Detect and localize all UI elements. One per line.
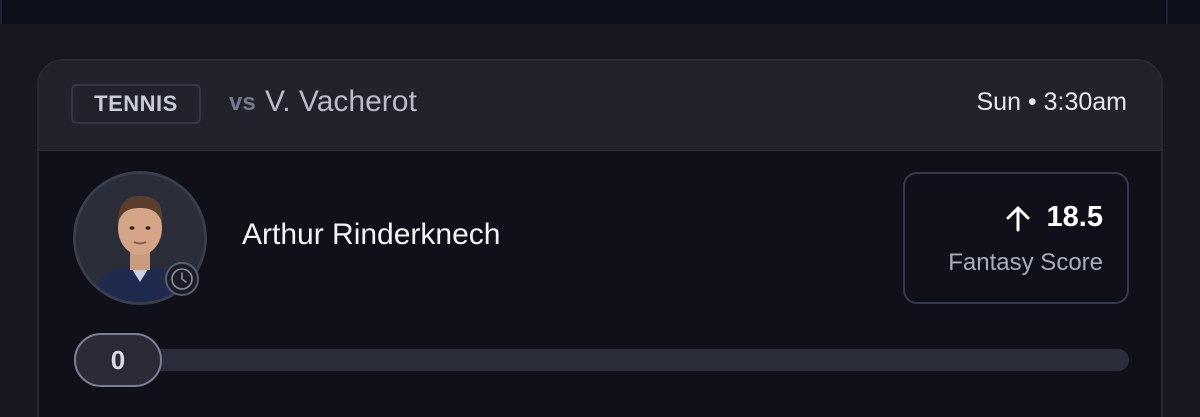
game-time: Sun • 3:30am xyxy=(976,88,1127,116)
progress-current-value: 0 xyxy=(74,333,162,387)
player-name: Arthur Rinderknech xyxy=(242,218,501,251)
top-divider-left xyxy=(0,0,2,24)
top-divider-right xyxy=(1166,0,1168,24)
player-prop-card[interactable]: TENNIS vs V. Vacherot Sun • 3:30am Arthu… xyxy=(37,59,1163,417)
vs-label: vs xyxy=(229,89,256,116)
sport-tag: TENNIS xyxy=(71,84,201,124)
projection-label: Fantasy Score xyxy=(948,249,1103,276)
arrow-up-icon xyxy=(1006,206,1030,232)
top-bar xyxy=(0,0,1200,24)
projection-value: 18.5 xyxy=(1046,201,1103,233)
fantasy-score-box[interactable]: 18.5 Fantasy Score xyxy=(903,172,1129,304)
opponent-name: V. Vacherot xyxy=(265,85,417,118)
progress-track xyxy=(75,349,1129,371)
clock-icon xyxy=(165,262,199,296)
card-header: TENNIS vs V. Vacherot Sun • 3:30am xyxy=(39,61,1161,151)
